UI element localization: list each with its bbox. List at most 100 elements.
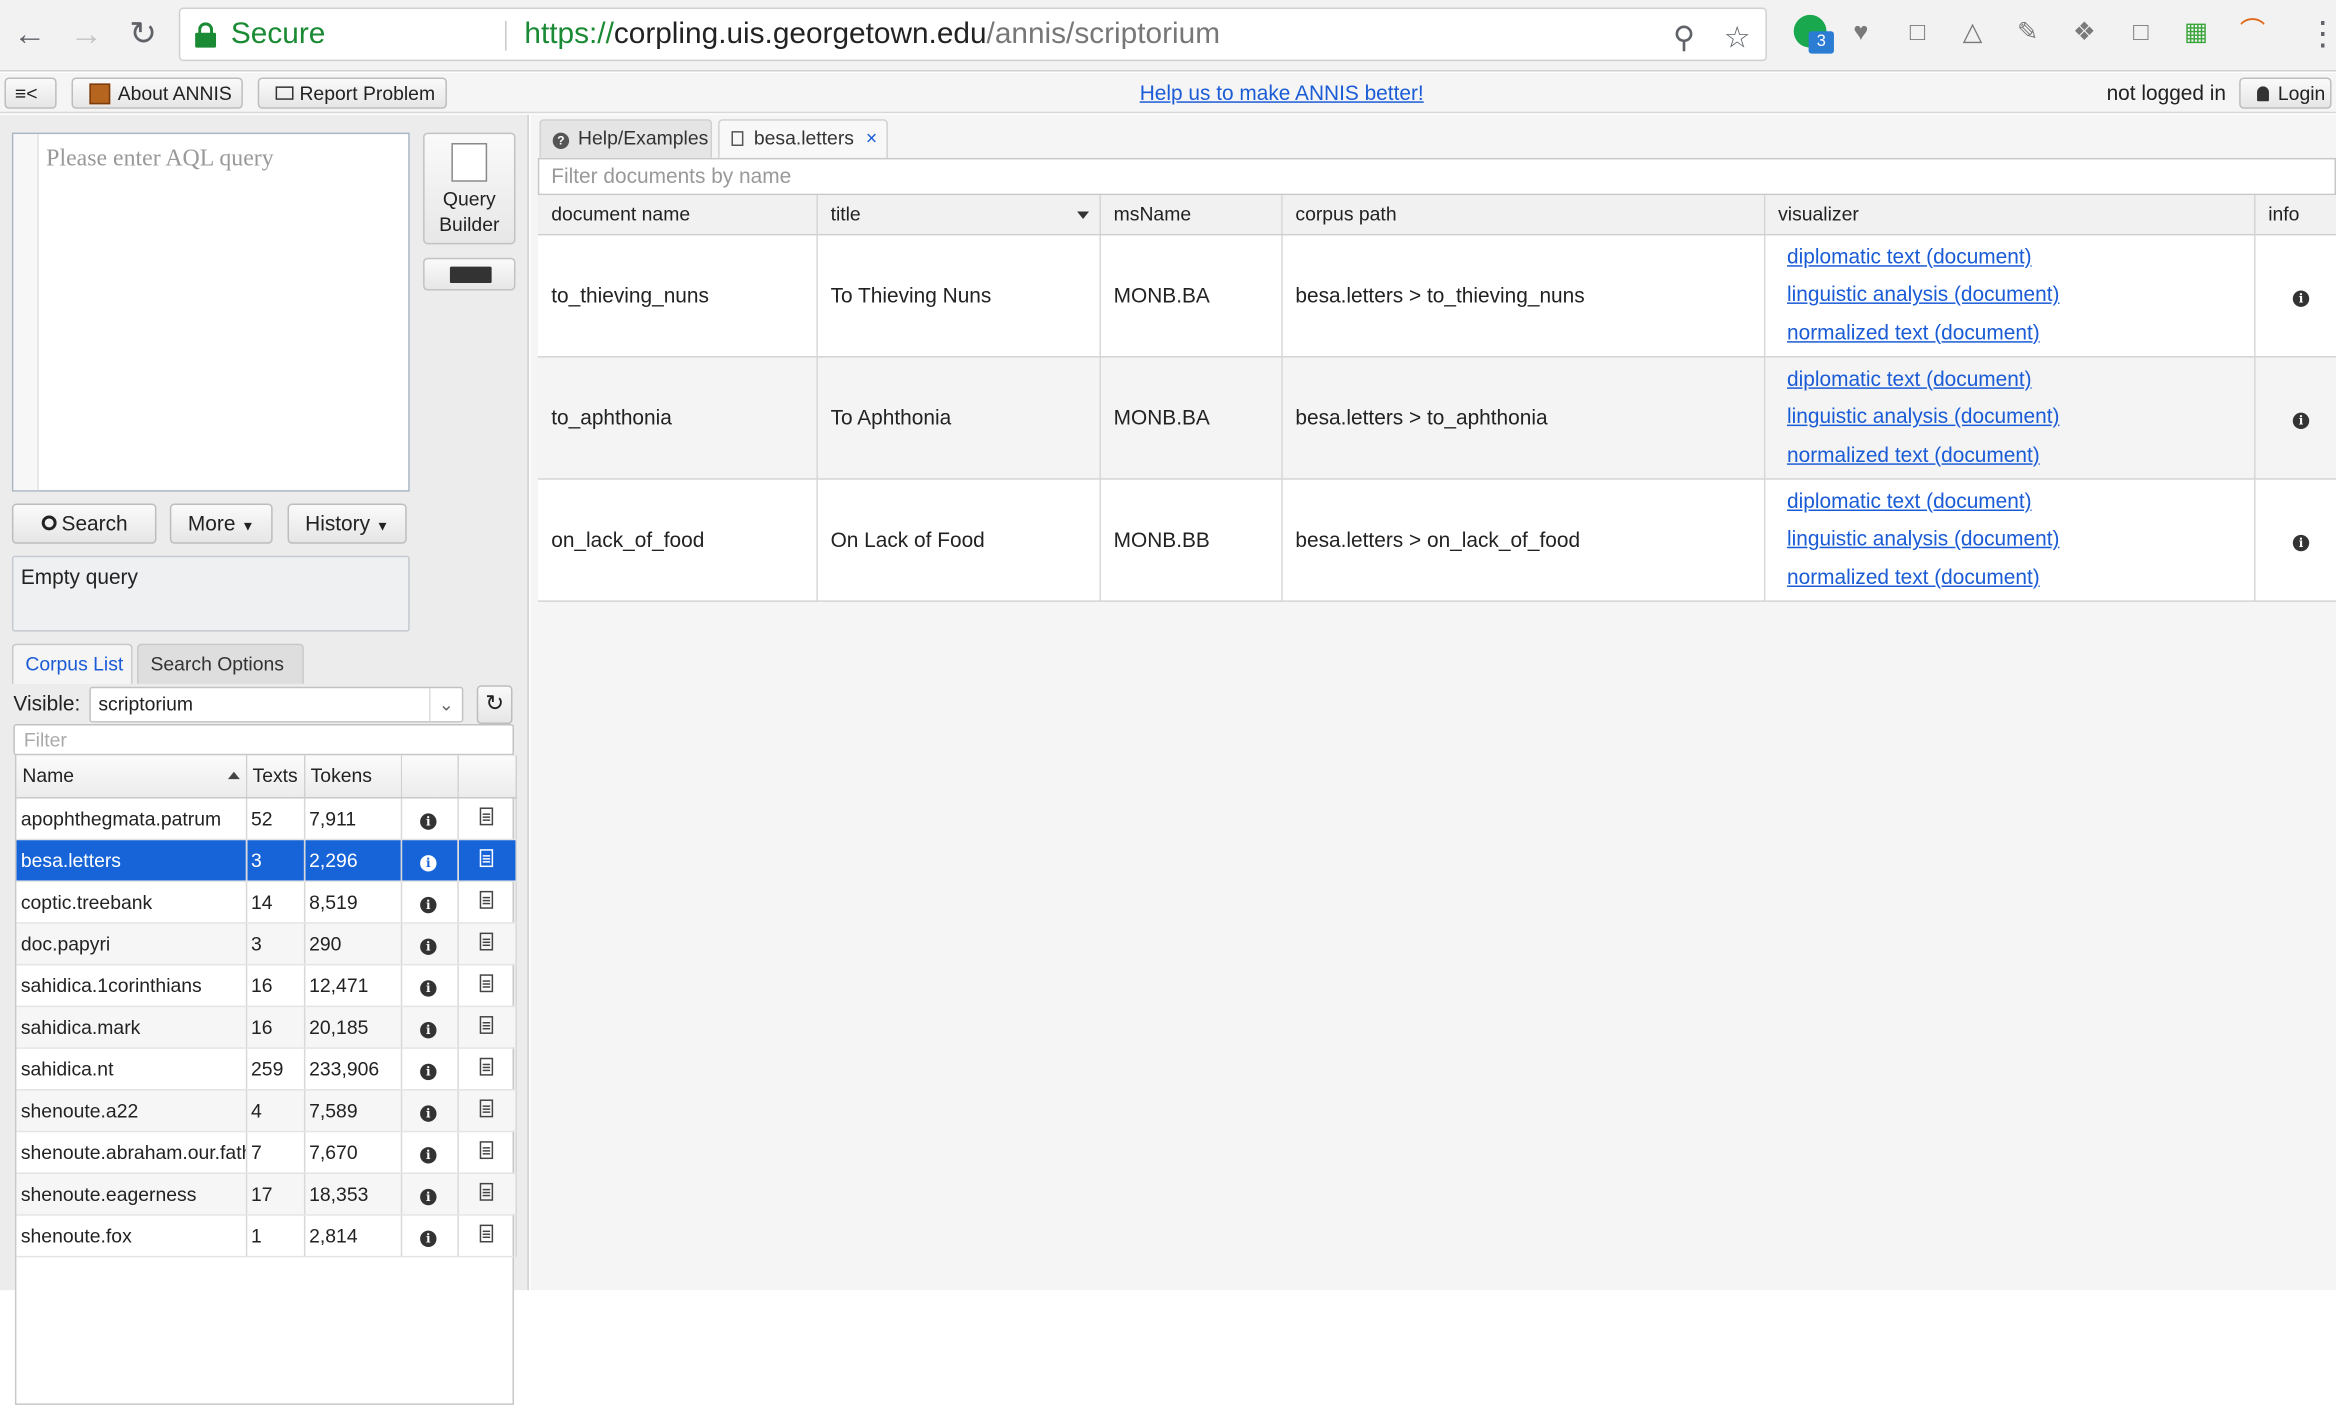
corpus-texts: 3 <box>245 838 305 882</box>
report-problem-button[interactable]: Report Problem <box>257 77 447 109</box>
corpus-name: shenoute.abraham.our.fath <box>16 1130 247 1174</box>
document-visualizers: diplomatic text (document) linguistic ana… <box>1763 478 2255 602</box>
forward-arrow-icon[interactable]: → <box>66 13 108 55</box>
extension-badge-icon[interactable]: 3 <box>1793 14 1834 54</box>
info-icon[interactable]: i <box>420 979 437 996</box>
visualizer-link[interactable]: diplomatic text (document) <box>1778 482 2252 520</box>
info-icon[interactable]: i <box>2292 290 2310 307</box>
corpus-row[interactable]: shenoute.a22 4 7,589 i <box>16 1089 517 1132</box>
column-header-title[interactable]: title <box>816 195 1101 235</box>
column-header-msname[interactable]: msName <box>1099 195 1282 235</box>
corpus-name: besa.letters <box>16 838 247 882</box>
info-icon[interactable]: i <box>2292 534 2310 552</box>
column-header-tokens[interactable]: Tokens <box>303 755 402 798</box>
info-icon[interactable]: i <box>420 1146 437 1163</box>
document-list-icon[interactable] <box>478 1057 493 1075</box>
column-header-corpus-path[interactable]: corpus path <box>1281 195 1765 235</box>
back-arrow-icon[interactable]: ← <box>9 13 51 55</box>
magnifier-document-icon <box>451 143 488 182</box>
tab-search-options[interactable]: Search Options <box>137 643 304 684</box>
login-button[interactable]: Login <box>2239 77 2332 109</box>
corpus-row[interactable]: besa.letters 3 2,296 i <box>16 838 517 882</box>
visible-select[interactable]: scriptorium ⌄ <box>89 686 464 723</box>
document-list-icon[interactable] <box>478 1015 493 1034</box>
info-icon[interactable]: i <box>420 854 437 871</box>
more-button[interactable]: More ▼ <box>169 503 273 544</box>
address-bar[interactable]: Secure https://corpling.uis.georgetown.e… <box>178 7 1767 62</box>
tab-besa-letters[interactable]: besa.letters × <box>718 119 888 158</box>
info-icon[interactable]: i <box>420 1062 437 1080</box>
column-header-name[interactable]: Name <box>16 755 247 798</box>
document-list-icon[interactable] <box>478 890 493 909</box>
corpus-row[interactable]: sahidica.1corinthians 16 12,471 i <box>16 963 517 1007</box>
app-top-bar: ≡< About ANNIS Report Problem Help us to… <box>0 73 2336 114</box>
column-header-document-name[interactable]: document name <box>537 195 818 235</box>
info-icon[interactable]: i <box>420 896 437 913</box>
tab-corpus-list[interactable]: Corpus List <box>11 643 133 684</box>
document-list-icon[interactable] <box>478 848 493 867</box>
document-list-icon[interactable] <box>478 806 493 825</box>
document-row: to_aphthonia To Aphthonia MONB.BA besa.lett… <box>537 356 2336 479</box>
column-header-texts[interactable]: Texts <box>245 755 305 798</box>
drive-icon[interactable]: △ <box>1956 16 1989 49</box>
corpus-row[interactable]: sahidica.nt 259 233,906 i <box>16 1047 517 1090</box>
about-annis-button[interactable]: About ANNIS <box>71 77 243 109</box>
zoom-icon[interactable]: ⚲ <box>1673 19 1695 56</box>
info-icon[interactable]: i <box>2292 412 2310 430</box>
comment-icon[interactable]: □ <box>2124 16 2157 49</box>
print-icon[interactable]: ▦ <box>2180 16 2213 49</box>
secure-label: Secure <box>230 17 326 51</box>
column-header-visualizer[interactable]: visualizer <box>1763 195 2255 235</box>
pocket-icon[interactable]: ♥ <box>1844 16 1877 49</box>
info-icon[interactable]: i <box>420 1021 437 1038</box>
document-list-icon[interactable] <box>478 1140 493 1159</box>
reload-icon[interactable]: ↻ <box>122 13 164 55</box>
corpus-row[interactable]: doc.papyri 3 290 i <box>16 922 517 965</box>
sidebar-toggle-button[interactable]: ≡< <box>4 77 57 109</box>
document-list-icon[interactable] <box>478 1098 493 1117</box>
corpus-row[interactable]: shenoute.fox 1 2,814 i <box>16 1214 517 1257</box>
url-text: https://corpling.uis.georgetown.edu/anni… <box>524 17 1221 51</box>
info-icon[interactable]: i <box>420 1229 437 1247</box>
document-list-icon[interactable] <box>478 931 493 950</box>
close-icon[interactable]: × <box>866 127 877 149</box>
note-icon[interactable]: ✎ <box>2011 16 2044 49</box>
document-list-icon[interactable] <box>478 1182 493 1201</box>
visualizer-link[interactable]: linguistic analysis (document) <box>1778 520 2252 558</box>
info-icon[interactable]: i <box>420 937 437 955</box>
refresh-button[interactable]: ↻ <box>476 685 513 725</box>
search-button[interactable]: Search <box>11 503 157 544</box>
visualizer-link[interactable]: linguistic analysis (document) <box>1778 398 2252 436</box>
visualizer-link[interactable]: linguistic analysis (document) <box>1778 276 2252 314</box>
help-improve-link[interactable]: Help us to make ANNIS better! <box>1140 80 1424 104</box>
document-filter-input[interactable]: Filter documents by name <box>537 157 2336 196</box>
rainbow-icon[interactable]: ⌒ <box>2236 16 2269 49</box>
corpus-row[interactable]: apophthegmata.patrum 52 7,911 i <box>16 797 517 840</box>
aql-query-editor[interactable]: Please enter AQL query <box>11 132 410 492</box>
info-icon[interactable]: i <box>420 812 437 830</box>
info-icon[interactable]: i <box>420 1104 437 1122</box>
bookmark-star-icon[interactable]: ☆ <box>1724 19 1751 56</box>
visualizer-link[interactable]: diplomatic text (document) <box>1778 360 2252 398</box>
document-list-icon[interactable] <box>478 973 493 992</box>
tab-help-examples[interactable]: ? Help/Examples <box>539 119 713 158</box>
visualizer-link[interactable]: diplomatic text (document) <box>1778 238 2252 276</box>
keyboard-button[interactable] <box>423 257 516 291</box>
column-header-info[interactable]: info <box>2254 195 2336 235</box>
document-list-icon[interactable] <box>478 1223 493 1242</box>
page-icon[interactable]: □ <box>1901 16 1934 49</box>
history-button[interactable]: History ▼ <box>287 503 407 544</box>
corpus-tokens: 8,519 <box>303 880 402 923</box>
corpus-row[interactable]: sahidica.mark 16 20,185 i <box>16 1005 517 1049</box>
shoe-icon[interactable]: ❖ <box>2068 16 2101 49</box>
info-icon[interactable]: i <box>420 1188 437 1205</box>
menu-icon[interactable]: ⋮ <box>2306 15 2336 54</box>
visualizer-link[interactable]: normalized text (document) <box>1778 436 2252 474</box>
visualizer-link[interactable]: normalized text (document) <box>1778 558 2252 596</box>
corpus-row[interactable]: shenoute.eagerness 17 18,353 i <box>16 1172 517 1215</box>
visualizer-link[interactable]: normalized text (document) <box>1778 314 2252 352</box>
corpus-row[interactable]: coptic.treebank 14 8,519 i <box>16 880 517 923</box>
corpus-row[interactable]: shenoute.abraham.our.fath 7 7,670 i <box>16 1130 517 1174</box>
query-builder-button[interactable]: Query Builder <box>423 132 516 245</box>
corpus-filter-input[interactable]: Filter <box>13 724 514 756</box>
